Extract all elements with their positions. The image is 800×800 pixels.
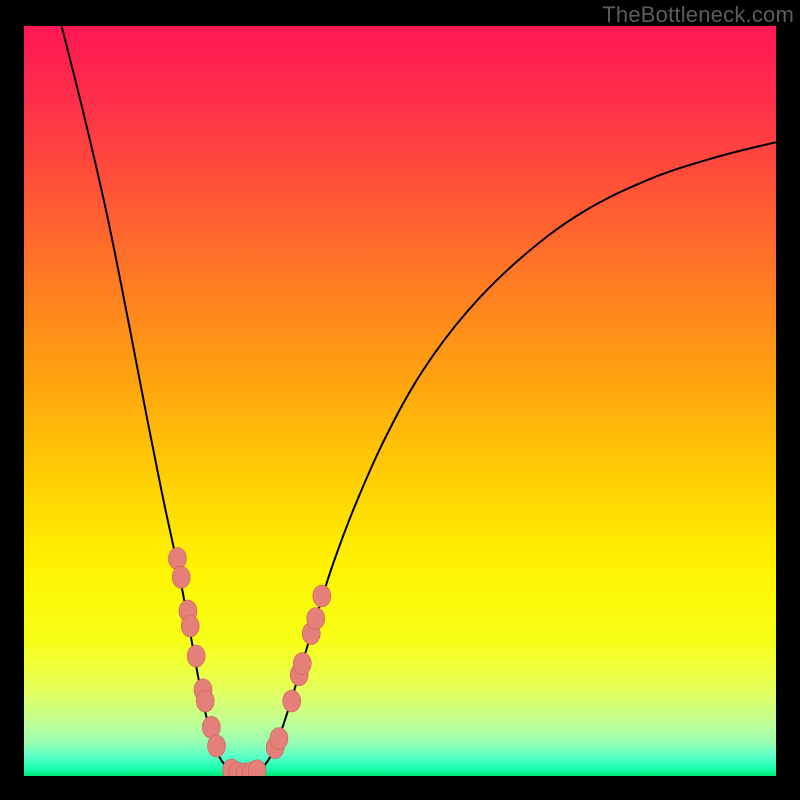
data-marker [208, 735, 226, 757]
data-marker [293, 653, 311, 675]
watermark-text: TheBottleneck.com [602, 2, 794, 28]
gradient-background [24, 26, 776, 776]
data-marker [313, 585, 331, 607]
bottleneck-chart [24, 26, 776, 776]
data-marker [187, 645, 205, 667]
data-marker [168, 548, 186, 570]
data-marker [181, 615, 199, 637]
data-marker [196, 690, 214, 712]
data-marker [283, 690, 301, 712]
data-marker [307, 608, 325, 630]
data-marker [270, 728, 288, 750]
data-marker [172, 566, 190, 588]
plot-area [24, 26, 776, 776]
chart-frame: TheBottleneck.com [0, 0, 800, 800]
